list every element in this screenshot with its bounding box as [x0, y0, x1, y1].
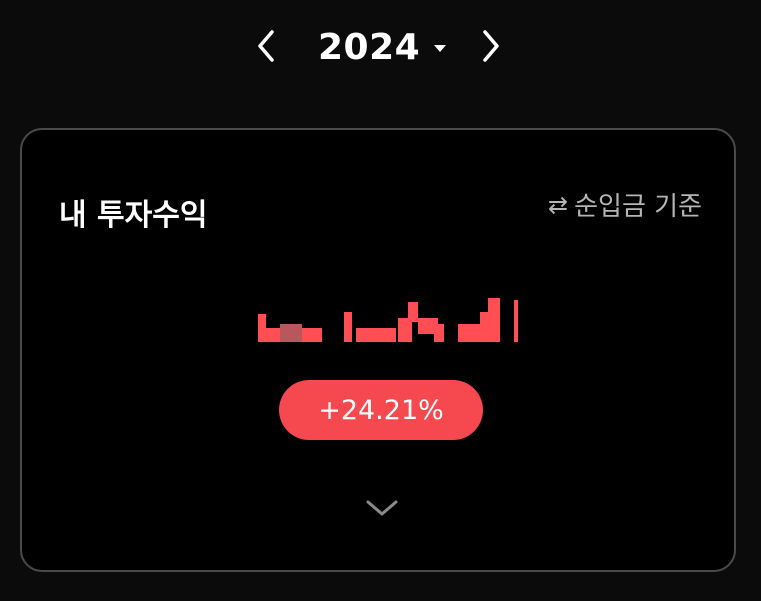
- mask-block: [458, 324, 480, 342]
- chevron-left-icon: [258, 30, 274, 62]
- chevron-down-icon: [366, 500, 398, 516]
- mask-block: [356, 328, 396, 342]
- mask-block: [280, 324, 302, 342]
- card-title: 내 투자수익: [59, 198, 208, 233]
- chevron-right-icon: [483, 30, 499, 62]
- basis-toggle-label: 순입금 기준: [574, 192, 702, 222]
- year-label: 2024: [318, 26, 421, 68]
- mask-block: [344, 312, 352, 342]
- masked-profit-amount: [258, 294, 522, 342]
- caret-down-icon: [434, 45, 447, 52]
- year-navigation: 2024: [0, 0, 761, 96]
- investment-return-card: 내 투자수익 ⇄ 순입금 기준 +24.21%: [20, 128, 736, 572]
- year-dropdown[interactable]: 2024: [318, 22, 447, 72]
- mask-block: [434, 324, 444, 342]
- mask-block: [408, 302, 418, 322]
- mask-block: [480, 312, 500, 342]
- expand-details-button[interactable]: [362, 490, 402, 526]
- mask-block: [514, 300, 518, 342]
- previous-year-button[interactable]: [246, 24, 286, 68]
- profit-rate-badge: +24.21%: [279, 380, 483, 440]
- basis-toggle-button[interactable]: ⇄ 순입금 기준: [548, 186, 702, 223]
- mask-block: [488, 298, 500, 314]
- next-year-button[interactable]: [471, 24, 511, 68]
- swap-arrows-icon: ⇄: [548, 190, 569, 219]
